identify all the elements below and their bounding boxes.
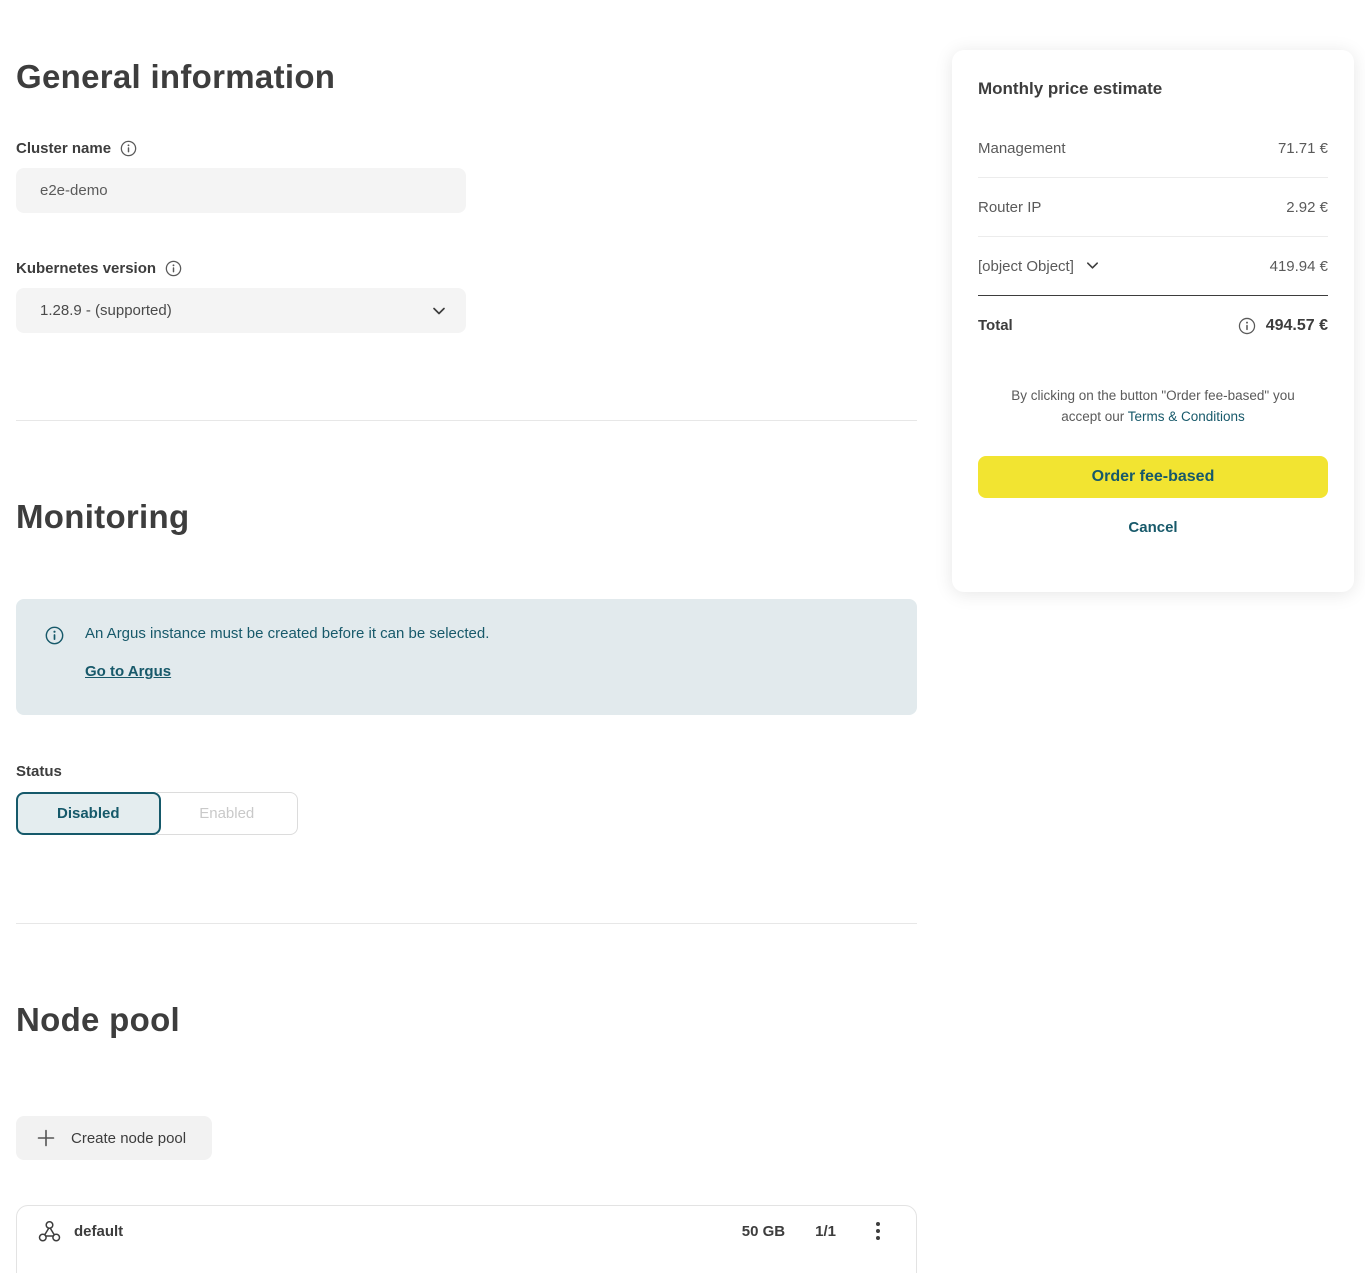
banner-body: An Argus instance must be created before… [85, 625, 489, 715]
node-pool-name: default [74, 1223, 123, 1240]
price-row-label: [object Object] [978, 258, 1074, 275]
price-row-label: Router IP [978, 199, 1041, 216]
node-pool-row[interactable]: default 50 GB 1/1 [16, 1205, 917, 1273]
kubernetes-version-label: Kubernetes version [16, 260, 156, 277]
info-icon[interactable] [120, 140, 137, 157]
status-label: Status [16, 763, 917, 780]
cluster-name-label: Cluster name [16, 140, 111, 157]
price-row-value: 71.71 € [1278, 140, 1328, 157]
info-icon [45, 626, 64, 645]
price-rows: Management 71.71 € Router IP 2.92 € [obj… [978, 119, 1328, 355]
status-option-enabled[interactable]: Enabled [157, 792, 299, 835]
info-icon[interactable] [165, 260, 182, 277]
cancel-button[interactable]: Cancel [978, 519, 1328, 536]
node-pool-icon [37, 1219, 62, 1244]
price-card-title: Monthly price estimate [978, 79, 1328, 99]
terms-line1: By clicking on the button "Order fee-bas… [978, 385, 1328, 406]
kubernetes-version-selected-value: 1.28.9 - (supported) [40, 302, 172, 319]
cluster-name-label-row: Cluster name [16, 140, 917, 157]
kubernetes-version-label-row: Kubernetes version [16, 260, 917, 277]
chevron-down-icon[interactable] [1085, 258, 1101, 274]
node-pool-count: 1/1 [815, 1223, 836, 1240]
main-content: General information Cluster name Kuberne… [16, 0, 917, 1273]
total-value: 494.57 € [1266, 317, 1328, 335]
price-row-object: [object Object] 419.94 € [978, 237, 1328, 296]
kubernetes-version-select[interactable]: 1.28.9 - (supported) [16, 288, 466, 333]
argus-info-banner: An Argus instance must be created before… [16, 599, 917, 715]
chevron-down-icon [431, 303, 447, 319]
info-icon[interactable] [1238, 317, 1255, 334]
monitoring-title: Monitoring [16, 498, 917, 536]
terms-line2: accept our Terms & Conditions [978, 406, 1328, 427]
section-divider [16, 923, 917, 924]
monthly-price-estimate-card: Monthly price estimate Management 71.71 … [952, 50, 1354, 592]
order-fee-based-button[interactable]: Order fee-based [978, 456, 1328, 498]
price-row-label: Management [978, 140, 1066, 157]
node-pool-size: 50 GB [742, 1223, 785, 1240]
status-option-disabled[interactable]: Disabled [16, 792, 161, 835]
terms-and-conditions-link[interactable]: Terms & Conditions [1128, 409, 1245, 424]
create-node-pool-label: Create node pool [71, 1130, 186, 1147]
cluster-name-input[interactable] [16, 168, 466, 213]
create-node-pool-button[interactable]: Create node pool [16, 1116, 212, 1160]
price-row-value: 2.92 € [1286, 199, 1328, 216]
plus-icon [35, 1127, 57, 1149]
total-label: Total [978, 317, 1013, 334]
section-divider [16, 420, 917, 421]
go-to-argus-link[interactable]: Go to Argus [85, 663, 171, 680]
banner-message: An Argus instance must be created before… [85, 625, 489, 642]
status-toggle: Disabled Enabled [16, 792, 298, 835]
general-information-title: General information [16, 58, 917, 96]
kebab-menu-icon[interactable] [869, 1220, 887, 1242]
terms-text: By clicking on the button "Order fee-bas… [978, 385, 1328, 427]
price-row-value: 419.94 € [1270, 258, 1328, 275]
node-pool-title: Node pool [16, 1001, 917, 1039]
price-row-router-ip: Router IP 2.92 € [978, 178, 1328, 237]
price-row-management: Management 71.71 € [978, 119, 1328, 178]
price-total-row: Total 494.57 € [978, 296, 1328, 355]
